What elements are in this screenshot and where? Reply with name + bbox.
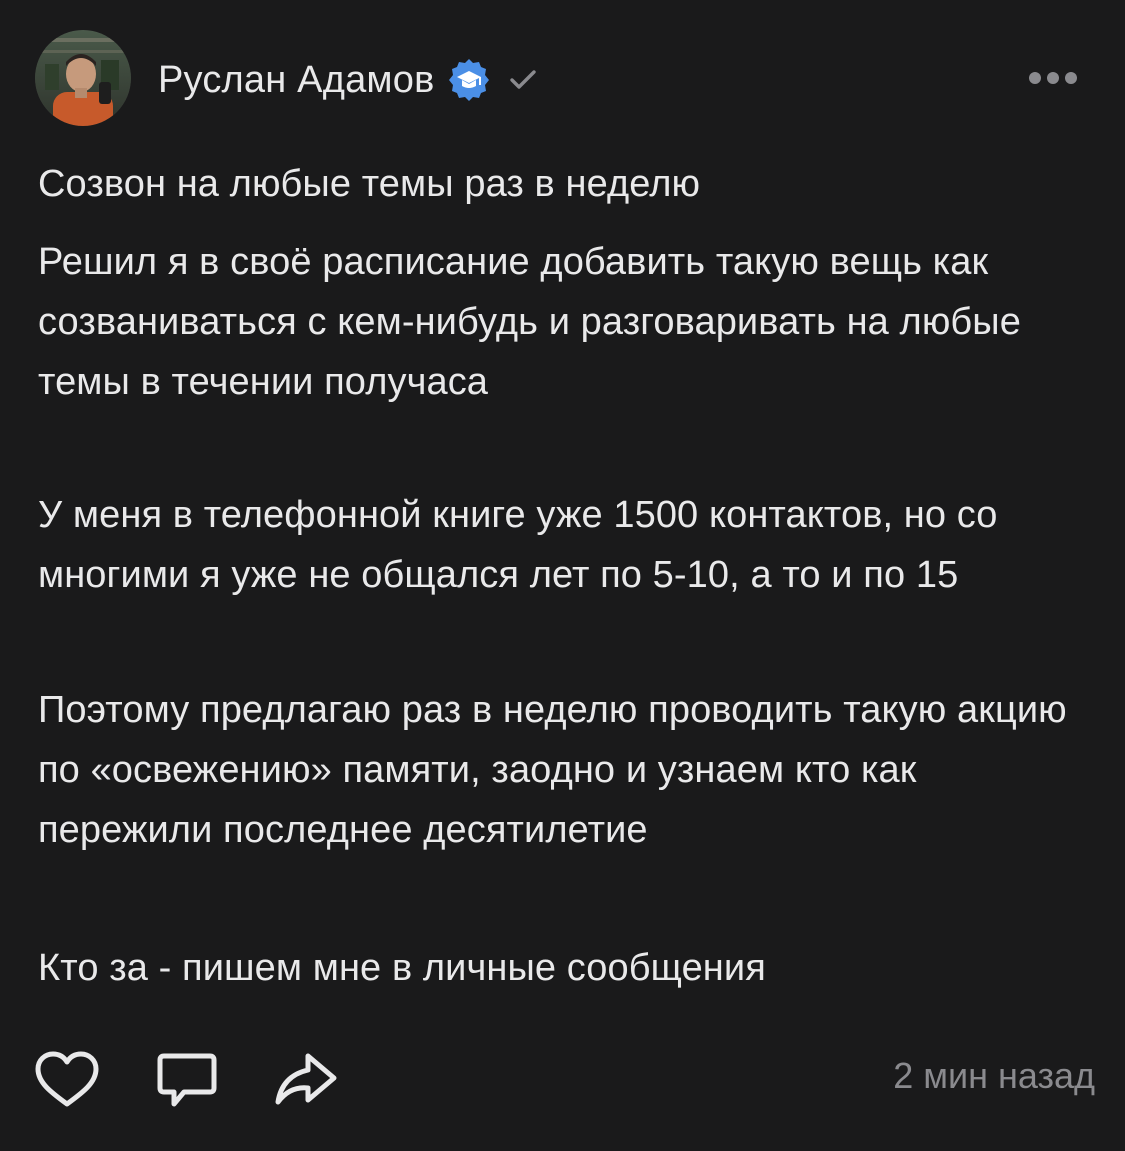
more-options-icon[interactable] <box>1025 60 1081 96</box>
avatar[interactable] <box>35 30 131 126</box>
author-line: Руслан Адамов <box>158 52 540 108</box>
like-icon[interactable] <box>32 1046 102 1116</box>
post-actions: 2 мин назад <box>0 1040 1125 1120</box>
avatar-photo <box>35 30 131 126</box>
post-paragraph: У меня в телефонной книге уже 1500 конта… <box>38 494 998 596</box>
checkmark-icon <box>506 63 540 97</box>
post-paragraph: Кто за - пишем мне в личные сообщения <box>38 947 766 989</box>
share-icon[interactable] <box>270 1046 340 1116</box>
post-header: Руслан Адамов <box>0 0 1125 150</box>
post-title: Созвон на любые темы раз в неделю <box>38 163 701 205</box>
post-paragraph: Поэтому предлагаю раз в неделю проводить… <box>38 689 1067 851</box>
graduation-cap-badge-icon <box>446 57 492 103</box>
post-paragraph: Решил я в своё расписание добавить такую… <box>38 241 1021 403</box>
author-name[interactable]: Руслан Адамов <box>158 59 434 102</box>
post-timestamp: 2 мин назад <box>893 1055 1095 1096</box>
comment-icon[interactable] <box>152 1046 222 1116</box>
